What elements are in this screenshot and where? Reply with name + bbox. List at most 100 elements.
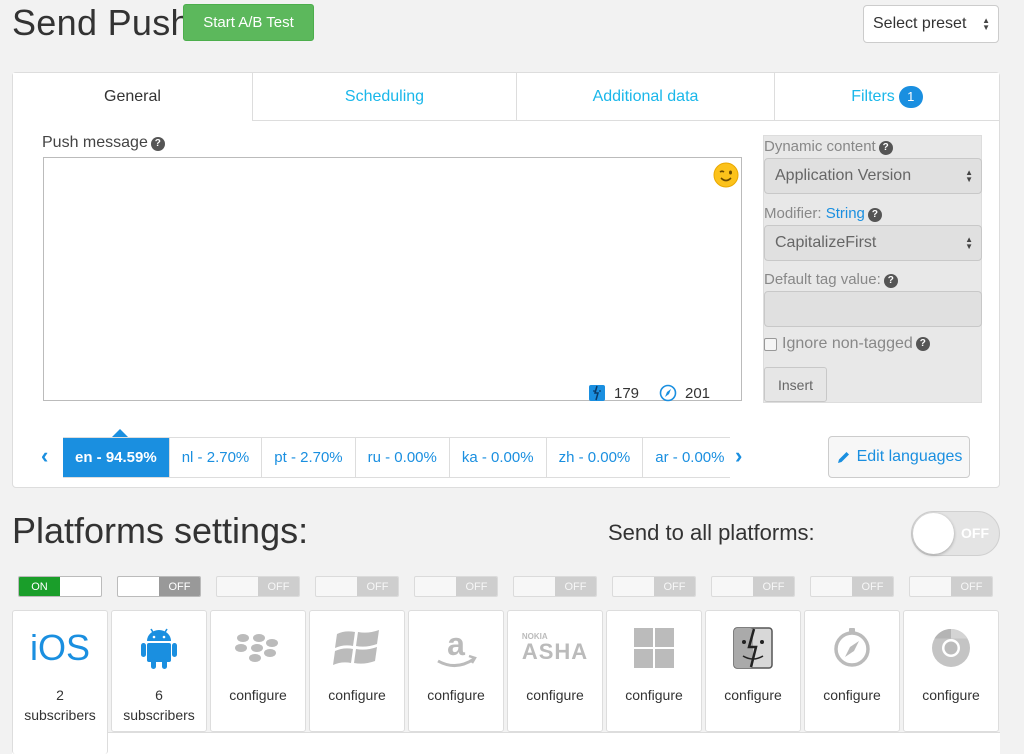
modifier-type-link[interactable]: String [826, 205, 865, 222]
modifier-select[interactable]: CapitalizeFirst ▲ ▼ [764, 225, 982, 261]
platform-toggle-amazon[interactable]: OFF [414, 576, 498, 597]
help-icon[interactable]: ? [878, 141, 893, 155]
language-tab-pt[interactable]: pt - 2.70% [262, 438, 356, 477]
toggle-on-blank [118, 577, 159, 596]
select-preset-dropdown[interactable]: Select preset ▲ ▼ [863, 5, 999, 43]
platforms-settings-title: Platforms settings: [12, 510, 309, 551]
toggle-knob [913, 513, 954, 554]
safari-icon [834, 628, 870, 667]
safari-char-count: 201 [685, 384, 711, 402]
windows-icon [634, 628, 674, 668]
macos-char-count: 179 [614, 384, 640, 402]
wink-emoji-icon[interactable] [713, 162, 739, 188]
filters-count-badge: 1 [898, 85, 923, 108]
language-tab-ru[interactable]: ru - 0.00% [355, 438, 450, 477]
amazon-icon: a [437, 626, 477, 667]
platform-settings-panel [12, 732, 1000, 754]
help-icon[interactable]: ? [867, 208, 882, 222]
android-icon [141, 628, 177, 669]
safari-char-counter: 201 [659, 384, 710, 402]
toggle-off-label: OFF [456, 577, 497, 596]
language-tab-ka[interactable]: ka - 0.00% [449, 438, 547, 477]
help-icon[interactable]: ? [883, 274, 898, 288]
language-tab-ar[interactable]: ar - 0.00% [643, 438, 730, 477]
toggle-off-label: OFF [852, 577, 893, 596]
platform-toggle-macos[interactable]: OFF [711, 576, 795, 597]
toggle-off-label: OFF [159, 577, 200, 596]
language-tab-zh[interactable]: zh - 0.00% [546, 438, 644, 477]
platform-tile-macos[interactable]: configure [705, 610, 801, 732]
toggle-on-blank [316, 577, 357, 596]
dynamic-content-label: Dynamic content [764, 138, 876, 155]
toggle-on-blank [217, 577, 258, 596]
start-ab-test-button[interactable]: Start A/B Test [183, 4, 314, 41]
platform-tile-blackberry[interactable]: configure [210, 610, 306, 732]
platform-tile-nokia-asha[interactable]: NOKIA ASHA configure [507, 610, 603, 732]
toggle-off-label: OFF [555, 577, 596, 596]
chevron-left-icon[interactable]: ‹ [41, 443, 48, 469]
platform-toggle-android[interactable]: OFF [117, 576, 201, 597]
push-form-card: General Scheduling Additional data Filte… [12, 72, 1000, 488]
dynamic-content-panel: Dynamic content? Application Version ▲ ▼ … [763, 135, 982, 403]
insert-button[interactable]: Insert [764, 367, 827, 402]
platform-toggle-windows[interactable]: OFF [612, 576, 696, 597]
help-icon[interactable]: ? [915, 337, 930, 351]
platform-tile-windows-phone[interactable]: configure [309, 610, 405, 732]
default-tag-input[interactable] [764, 291, 982, 327]
tab-filters[interactable]: Filters 1 [775, 73, 999, 121]
send-to-all-toggle[interactable]: OFF [911, 511, 1000, 556]
chrome-icon [932, 628, 970, 667]
tab-additional-data[interactable]: Additional data [517, 73, 775, 121]
ignore-non-tagged-checkbox[interactable] [764, 337, 777, 351]
platform-status: configure [922, 687, 980, 703]
edit-languages-button[interactable]: Edit languages [828, 436, 970, 478]
platform-status: configure [427, 687, 485, 703]
platform-toggle-ios[interactable]: ON [18, 576, 102, 597]
platform-status: configure [625, 687, 683, 703]
language-tabs: en - 94.59% nl - 2.70% pt - 2.70% ru - 0… [63, 437, 730, 478]
modifier-value: CapitalizeFirst [775, 234, 877, 251]
send-to-all-toggle-label: OFF [961, 525, 989, 541]
send-to-all-label: Send to all platforms: [608, 520, 815, 545]
toggle-off-label: OFF [357, 577, 398, 596]
tab-filters-label: Filters [851, 87, 895, 105]
push-message-label: Push message [42, 134, 148, 151]
platform-tile-safari[interactable]: configure [804, 610, 900, 732]
platform-tile-chrome[interactable]: configure [903, 610, 999, 732]
help-icon[interactable]: ? [150, 137, 165, 151]
dynamic-content-select[interactable]: Application Version ▲ ▼ [764, 158, 982, 194]
platform-status: configure [724, 687, 782, 703]
tab-scheduling[interactable]: Scheduling [253, 73, 517, 121]
platform-toggle-nokia-asha[interactable]: OFF [513, 576, 597, 597]
dynamic-content-value: Application Version [775, 167, 912, 184]
platform-status: configure [823, 687, 881, 703]
platform-count: 6 [155, 687, 163, 703]
toggle-on-blank [811, 577, 852, 596]
chevron-right-icon[interactable]: › [735, 443, 742, 469]
language-tab-nl[interactable]: nl - 2.70% [169, 438, 263, 477]
select-arrows-icon: ▲ ▼ [965, 168, 973, 184]
platform-tile-amazon[interactable]: a configure [408, 610, 504, 732]
platform-toggle-blackberry[interactable]: OFF [216, 576, 300, 597]
toggle-off-label: OFF [654, 577, 695, 596]
platform-toggle-safari[interactable]: OFF [810, 576, 894, 597]
select-preset-label: Select preset [873, 15, 967, 32]
tab-general-label: General [104, 88, 161, 105]
default-tag-label-row: Default tag value:? [764, 271, 898, 288]
push-message-textarea[interactable]: 179 201 [43, 157, 742, 402]
toggle-off-label: OFF [753, 577, 794, 596]
ignore-non-tagged-row[interactable]: Ignore non-tagged? [764, 335, 930, 353]
platform-toggle-windows-phone[interactable]: OFF [315, 576, 399, 597]
toggle-on-blank [910, 577, 951, 596]
modifier-label-row: Modifier: String? [764, 205, 882, 222]
toggle-on-blank [613, 577, 654, 596]
tab-general[interactable]: General [13, 73, 253, 121]
platform-tile-ios[interactable]: iOS 2 subscribers [12, 610, 108, 754]
platform-toggle-chrome[interactable]: OFF [909, 576, 993, 597]
language-tab-en[interactable]: en - 94.59% [63, 438, 170, 477]
pencil-icon [837, 451, 849, 463]
platform-tile-windows[interactable]: configure [606, 610, 702, 732]
macos-finder-icon [733, 627, 773, 669]
ignore-non-tagged-label: Ignore non-tagged [782, 335, 913, 352]
platform-tile-android[interactable]: 6 subscribers [111, 610, 207, 732]
